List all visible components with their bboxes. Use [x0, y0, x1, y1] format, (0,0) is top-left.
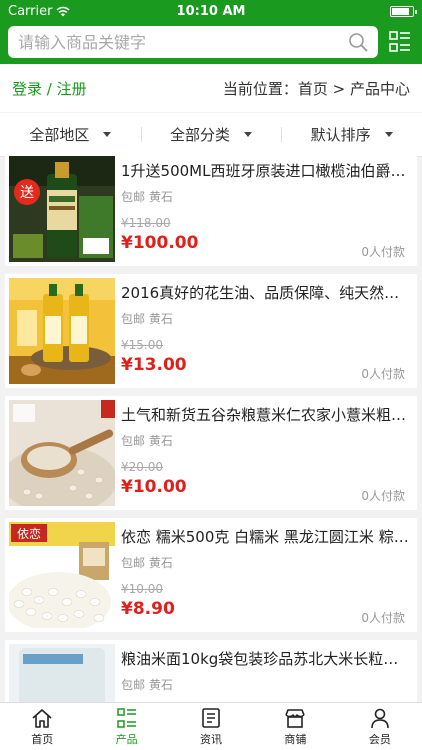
- product-meta: 包邮 黄石: [121, 432, 413, 449]
- search-input[interactable]: [18, 32, 348, 52]
- original-price: ¥10.00: [121, 582, 163, 596]
- seller-location: 黄石: [148, 678, 173, 692]
- tab-news[interactable]: 资讯: [169, 703, 253, 750]
- tab-label: 产品: [115, 732, 138, 746]
- seller-location: 黄石: [148, 556, 173, 570]
- product-meta: 包邮 黄石: [121, 310, 413, 327]
- payment-count: 0人付款: [361, 245, 405, 259]
- breadcrumb-home[interactable]: 首页: [298, 80, 328, 98]
- shipping-tag: 包邮: [121, 434, 146, 448]
- product-card[interactable]: 送 1升送500ML西班牙原装进口橄榄油伯爵… 包邮 黄石 ¥118.00 ¥1…: [5, 152, 417, 266]
- thumb-brand: 依恋: [17, 526, 41, 541]
- carrier-label: Carrier: [8, 3, 53, 19]
- sale-price: ¥100.00: [121, 233, 199, 253]
- list-icon: [116, 707, 136, 728]
- product-card[interactable]: 粮油米面10kg袋包装珍品苏北大米长粒… 包邮 黄石: [5, 640, 417, 702]
- register-link[interactable]: 注册: [57, 80, 87, 98]
- user-icon: [371, 708, 389, 728]
- carrier-group: Carrier: [8, 4, 70, 19]
- tab-label: 商铺: [284, 732, 307, 746]
- product-title[interactable]: 2016真好的花生油、品质保障、纯天然…: [121, 282, 413, 303]
- product-list[interactable]: 送 1升送500ML西班牙原装进口橄榄油伯爵… 包邮 黄石 ¥118.00 ¥1…: [0, 150, 422, 702]
- shipping-tag: 包邮: [121, 556, 146, 570]
- payment-count: 0人付款: [361, 611, 405, 625]
- caret-down-icon: [384, 132, 393, 137]
- thumb-badge: 送: [20, 185, 34, 201]
- product-meta: 包邮 黄石: [121, 188, 413, 205]
- product-image-rice-bag[interactable]: [9, 644, 115, 702]
- product-title[interactable]: 1升送500ML西班牙原装进口橄榄油伯爵…: [121, 160, 413, 181]
- tab-label: 资讯: [200, 732, 223, 746]
- breadcrumb-arrow: >: [327, 79, 350, 98]
- filter-label: 默认排序: [310, 126, 371, 144]
- product-title[interactable]: 粮油米面10kg袋包装珍品苏北大米长粒…: [121, 648, 413, 669]
- product-meta: 包邮 黄石: [121, 676, 413, 693]
- tab-label: 会员: [368, 732, 391, 746]
- auth-separator: /: [42, 79, 57, 98]
- category-menu-button[interactable]: [386, 28, 414, 56]
- payment-count: 0人付款: [361, 367, 405, 381]
- filter-label: 全部地区: [29, 126, 90, 144]
- login-link[interactable]: 登录: [12, 80, 42, 98]
- product-image-glutinous-rice[interactable]: 依恋: [9, 522, 115, 628]
- sale-price: ¥13.00: [121, 355, 187, 375]
- product-image-peanut-oil[interactable]: [9, 278, 115, 384]
- grid-list-icon: [389, 31, 410, 52]
- shipping-tag: 包邮: [121, 678, 146, 692]
- payment-count: 0人付款: [361, 489, 405, 503]
- battery-icon: [390, 5, 417, 17]
- bottom-tab-bar: 首页 产品 资讯 商铺 会员: [0, 702, 422, 750]
- tab-store[interactable]: 商铺: [253, 703, 337, 750]
- breadcrumb: 当前位置：首页 > 产品中心: [223, 78, 410, 99]
- sale-price: ¥10.00: [121, 477, 187, 497]
- caret-down-icon: [103, 132, 112, 137]
- breadcrumb-label: 当前位置：: [222, 79, 298, 98]
- caret-down-icon: [244, 132, 253, 137]
- news-icon: [202, 707, 220, 728]
- auth-links: 登录 / 注册: [12, 78, 87, 99]
- search-icon[interactable]: [348, 32, 368, 52]
- product-title[interactable]: 依恋 糯米500克 白糯米 黑龙江圆江米 粽…: [121, 526, 413, 547]
- sale-price: ¥8.90: [121, 599, 175, 619]
- filter-sort[interactable]: 默认排序: [281, 124, 422, 145]
- search-box[interactable]: [8, 26, 378, 58]
- seller-location: 黄石: [148, 190, 173, 204]
- status-bar: Carrier 10:10 AM: [0, 0, 422, 22]
- app-header: Carrier 10:10 AM: [0, 0, 422, 64]
- store-icon: [285, 708, 306, 728]
- home-icon: [32, 708, 52, 728]
- filter-region[interactable]: 全部地区: [0, 124, 141, 145]
- original-price: ¥20.00: [121, 460, 163, 474]
- product-card[interactable]: 依恋 依恋 糯米500克 白糯米 黑龙江圆江米 粽… 包邮 黄石 ¥10.00 …: [5, 518, 417, 632]
- breadcrumb-current: 产品中心: [349, 79, 410, 98]
- original-price: ¥15.00: [121, 338, 163, 352]
- seller-location: 黄石: [148, 434, 173, 448]
- tab-home[interactable]: 首页: [0, 703, 84, 750]
- product-image-barley[interactable]: [9, 400, 115, 506]
- product-title[interactable]: 土气和新货五谷杂粮薏米仁农家小薏米粗…: [121, 404, 413, 425]
- shipping-tag: 包邮: [121, 190, 146, 204]
- product-image-olive-oil[interactable]: 送: [9, 156, 115, 262]
- filter-category[interactable]: 全部分类: [140, 124, 282, 145]
- product-meta: 包邮 黄石: [121, 554, 413, 571]
- shipping-tag: 包邮: [121, 312, 146, 326]
- original-price: ¥118.00: [121, 216, 171, 230]
- seller-location: 黄石: [148, 312, 173, 326]
- location-bar: 登录 / 注册 当前位置：首页 > 产品中心: [0, 64, 422, 112]
- wifi-icon: [56, 6, 70, 16]
- filter-label: 全部分类: [170, 126, 231, 144]
- tab-products[interactable]: 产品: [84, 703, 168, 750]
- tab-label: 首页: [31, 732, 54, 746]
- product-card[interactable]: 2016真好的花生油、品质保障、纯天然… 包邮 黄石 ¥15.00 ¥13.00…: [5, 274, 417, 388]
- tab-member[interactable]: 会员: [338, 703, 422, 750]
- product-card[interactable]: 土气和新货五谷杂粮薏米仁农家小薏米粗… 包邮 黄石 ¥20.00 ¥10.00 …: [5, 396, 417, 510]
